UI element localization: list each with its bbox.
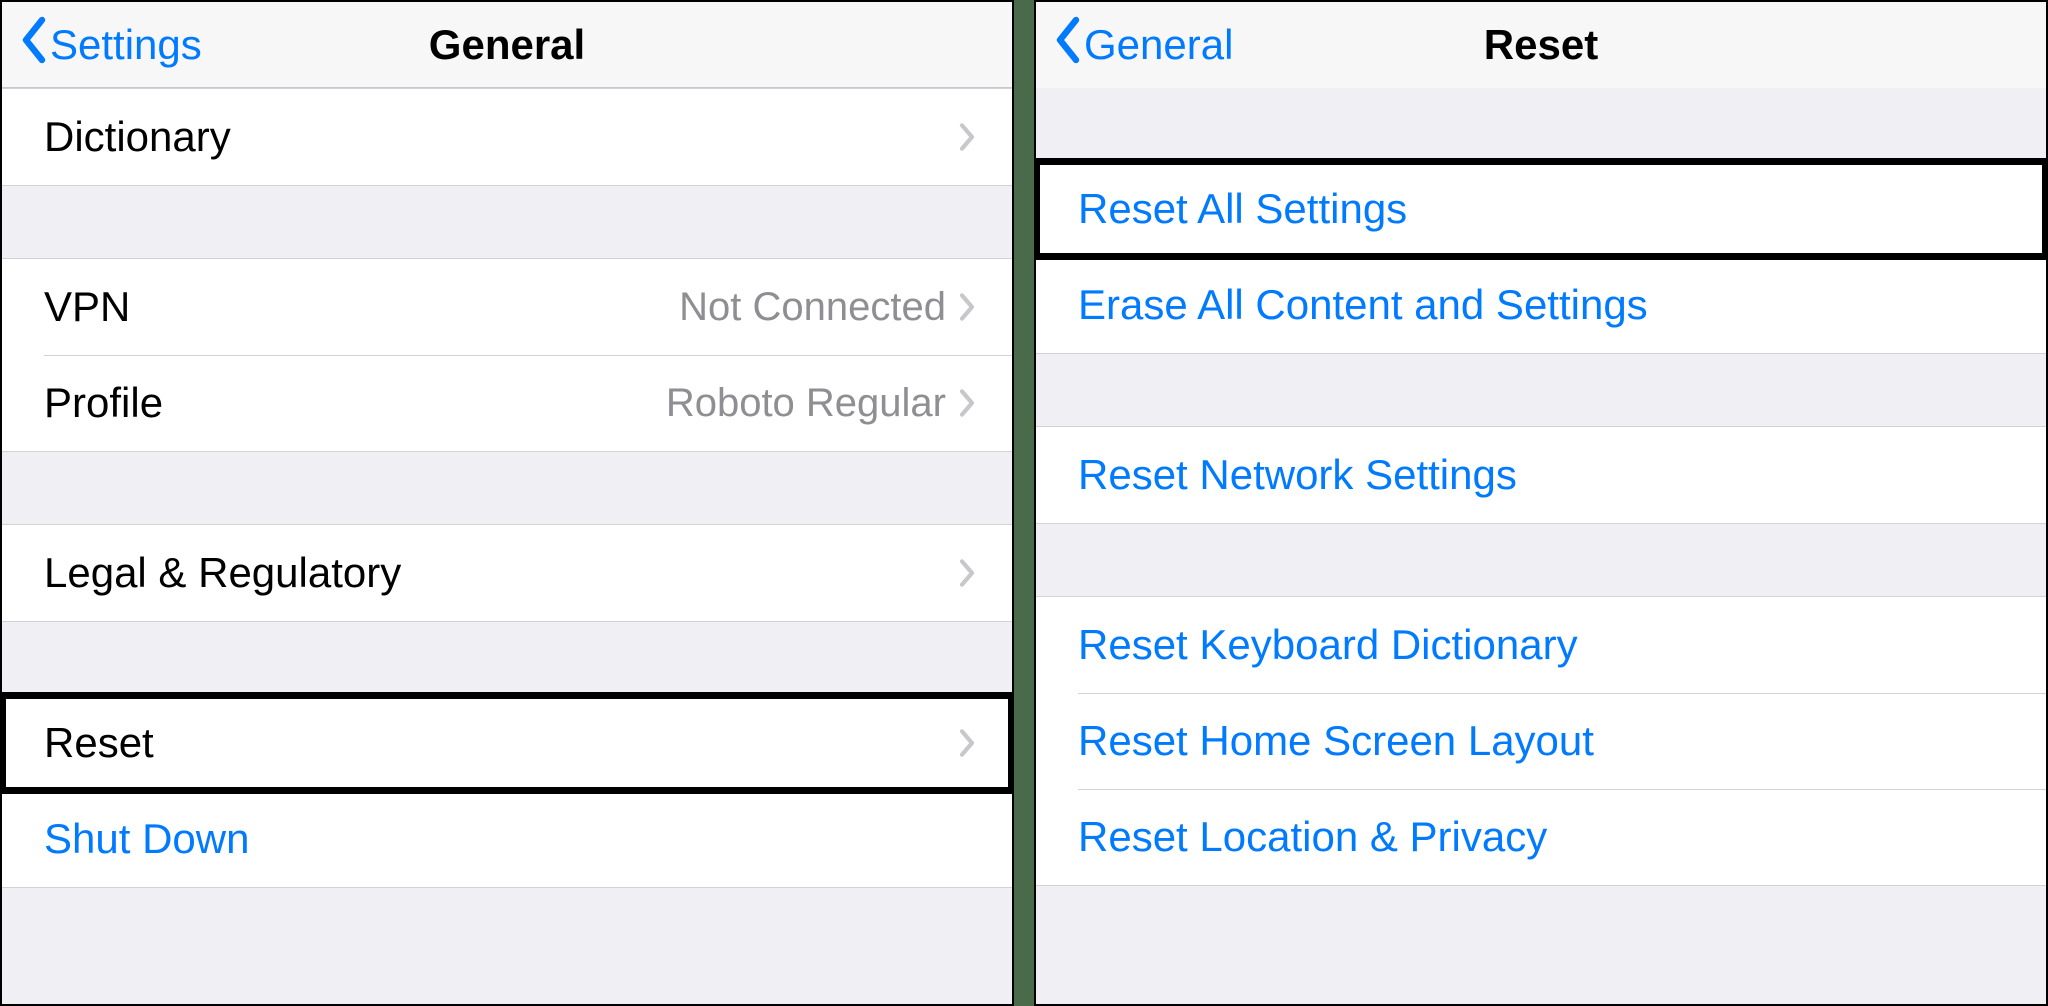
- section-gap: [1036, 524, 2046, 596]
- chevron-right-icon: [958, 292, 976, 322]
- back-label: General: [1084, 21, 1233, 69]
- row-label: Reset Location & Privacy: [1078, 813, 2010, 861]
- group-reset-misc: Reset Keyboard Dictionary Reset Home Scr…: [1036, 596, 2046, 886]
- row-reset-keyboard-dictionary[interactable]: Reset Keyboard Dictionary: [1036, 597, 2046, 693]
- row-label: Reset All Settings: [1078, 185, 2010, 233]
- group-vpn-profile: VPN Not Connected Profile Roboto Regular: [2, 258, 1012, 452]
- row-reset-network-settings[interactable]: Reset Network Settings: [1036, 427, 2046, 523]
- row-legal-regulatory[interactable]: Legal & Regulatory: [2, 525, 1012, 621]
- page-title-reset: Reset: [1484, 21, 1598, 69]
- chevron-right-icon: [958, 122, 976, 152]
- group-legal: Legal & Regulatory: [2, 524, 1012, 622]
- row-label: Reset Home Screen Layout: [1078, 717, 2010, 765]
- row-value: Not Connected: [679, 285, 946, 330]
- row-label: Profile: [44, 379, 666, 427]
- navbar-general: Settings General: [2, 2, 1012, 88]
- row-label: Legal & Regulatory: [44, 549, 958, 597]
- group-dictionary: Dictionary: [2, 88, 1012, 186]
- group-reset-network: Reset Network Settings: [1036, 426, 2046, 524]
- row-value: Roboto Regular: [666, 381, 946, 426]
- row-reset-home-screen-layout[interactable]: Reset Home Screen Layout: [1036, 693, 2046, 789]
- row-shut-down[interactable]: Shut Down: [2, 791, 1012, 887]
- section-gap: [1036, 88, 2046, 160]
- row-label: VPN: [44, 283, 679, 331]
- group-reset-shutdown: Reset Shut Down: [2, 694, 1012, 888]
- chevron-right-icon: [958, 728, 976, 758]
- back-button-general[interactable]: General: [1054, 16, 1233, 74]
- section-gap: [2, 622, 1012, 694]
- section-gap: [2, 186, 1012, 258]
- row-label: Reset Network Settings: [1078, 451, 2010, 499]
- row-label: Shut Down: [44, 815, 976, 863]
- group-reset-erase: Reset All Settings Erase All Content and…: [1036, 160, 2046, 354]
- page-title-general: General: [429, 21, 585, 69]
- chevron-right-icon: [958, 388, 976, 418]
- row-reset-location-privacy[interactable]: Reset Location & Privacy: [1036, 789, 2046, 885]
- row-vpn[interactable]: VPN Not Connected: [2, 259, 1012, 355]
- row-reset[interactable]: Reset: [2, 695, 1012, 791]
- section-gap: [2, 452, 1012, 524]
- row-label: Erase All Content and Settings: [1078, 281, 2010, 329]
- back-button-settings[interactable]: Settings: [20, 16, 202, 74]
- row-reset-all-settings[interactable]: Reset All Settings: [1036, 161, 2046, 257]
- row-label: Reset Keyboard Dictionary: [1078, 621, 2010, 669]
- general-settings-pane: Settings General Dictionary VPN Not Conn…: [0, 0, 1014, 1006]
- row-erase-all-content[interactable]: Erase All Content and Settings: [1036, 257, 2046, 353]
- row-label: Dictionary: [44, 113, 958, 161]
- row-label: Reset: [44, 719, 958, 767]
- chevron-right-icon: [958, 558, 976, 588]
- navbar-reset: General Reset: [1036, 2, 2046, 88]
- row-dictionary[interactable]: Dictionary: [2, 89, 1012, 185]
- reset-settings-pane: General Reset Reset All Settings Erase A…: [1034, 0, 2048, 1006]
- reset-content: Reset All Settings Erase All Content and…: [1036, 88, 2046, 1004]
- general-content: Dictionary VPN Not Connected Profile Rob…: [2, 88, 1012, 1004]
- chevron-left-icon: [20, 16, 48, 74]
- section-gap: [1036, 354, 2046, 426]
- row-profile[interactable]: Profile Roboto Regular: [2, 355, 1012, 451]
- back-label: Settings: [50, 21, 202, 69]
- chevron-left-icon: [1054, 16, 1082, 74]
